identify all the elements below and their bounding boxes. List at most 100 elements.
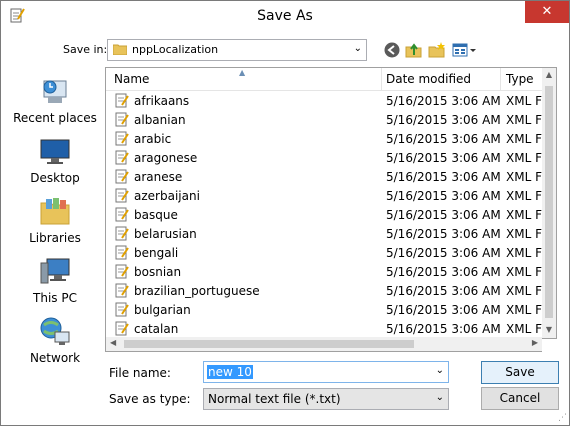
this-pc-icon [40, 258, 70, 284]
list-item[interactable]: belarusian 5/16/2015 3:06 AM XML File [106, 224, 542, 243]
chevron-down-icon[interactable]: ⌄ [436, 365, 444, 376]
file-type: XML File [506, 246, 542, 260]
place-libraries[interactable]: Libraries [7, 195, 103, 245]
file-name: belarusian [134, 227, 197, 241]
file-type: XML File [506, 303, 542, 317]
new-folder-icon[interactable] [428, 41, 446, 59]
file-date: 5/16/2015 3:06 AM [386, 227, 501, 241]
chevron-down-icon[interactable]: ⌄ [436, 392, 444, 403]
file-type: XML File [506, 265, 542, 279]
file-rows: afrikaans 5/16/2015 3:06 AM XML File alban… [106, 91, 542, 338]
list-item[interactable]: bulgarian 5/16/2015 3:06 AM XML File [106, 300, 542, 319]
file-type: XML File [506, 189, 542, 203]
view-menu-icon[interactable] [452, 41, 478, 59]
scroll-thumb[interactable] [124, 340, 414, 348]
save-as-type-label: Save as type: [109, 392, 191, 406]
file-name: bengali [134, 246, 179, 260]
file-date: 5/16/2015 3:06 AM [386, 151, 501, 165]
column-header-name[interactable]: Name [114, 72, 149, 86]
file-name: arabic [134, 132, 172, 146]
save-in-value: nppLocalization [132, 43, 219, 56]
xml-file-icon [115, 321, 129, 336]
network-icon [40, 317, 70, 345]
list-item[interactable]: azerbaijani 5/16/2015 3:06 AM XML File [106, 186, 542, 205]
xml-file-icon [115, 207, 129, 222]
column-divider[interactable] [381, 68, 382, 90]
place-this-pc[interactable]: This PC [7, 255, 103, 305]
recent-places-icon [43, 80, 67, 103]
chevron-down-icon: ⌄ [353, 43, 362, 54]
place-network[interactable]: Network [7, 315, 103, 365]
list-item[interactable]: catalan 5/16/2015 3:06 AM XML File [106, 319, 542, 338]
save-as-type-select[interactable]: Normal text file (*.txt) ⌄ [203, 388, 449, 410]
column-header-type[interactable]: Type [506, 72, 534, 86]
list-item[interactable]: aranese 5/16/2015 3:06 AM XML File [106, 167, 542, 186]
file-date: 5/16/2015 3:06 AM [386, 246, 501, 260]
list-item[interactable]: aragonese 5/16/2015 3:06 AM XML File [106, 148, 542, 167]
close-icon: ✕ [541, 4, 553, 19]
file-name: bulgarian [134, 303, 191, 317]
save-in-combo[interactable]: nppLocalization ⌄ [107, 39, 367, 61]
save-in-label: Save in: [63, 43, 108, 56]
file-type: XML File [506, 132, 542, 146]
save-as-type-value: Normal text file (*.txt) [208, 392, 341, 406]
scroll-thumb[interactable] [545, 86, 553, 318]
libraries-icon [40, 198, 70, 225]
file-date: 5/16/2015 3:06 AM [386, 113, 501, 127]
column-header-date[interactable]: Date modified [386, 72, 471, 86]
file-type: XML File [506, 113, 542, 127]
xml-file-icon [115, 93, 129, 108]
window-title: Save As [257, 8, 313, 24]
save-button[interactable]: Save [481, 361, 559, 384]
column-divider[interactable] [500, 68, 501, 90]
xml-file-icon [115, 226, 129, 241]
file-name-label: File name: [109, 366, 171, 380]
file-type: XML File [506, 170, 542, 184]
desktop-icon [40, 139, 70, 164]
scroll-up-icon[interactable]: ▲ [542, 70, 556, 79]
horizontal-scrollbar[interactable]: ◀ ▶ [105, 337, 542, 352]
xml-file-icon [115, 245, 129, 260]
file-name-input[interactable]: new 10 ⌄ [203, 361, 449, 383]
file-name-value[interactable]: new 10 [207, 365, 253, 379]
file-type: XML File [506, 284, 542, 298]
list-item[interactable]: albanian 5/16/2015 3:06 AM XML File [106, 110, 542, 129]
file-name: bosnian [134, 265, 182, 279]
file-date: 5/16/2015 3:06 AM [386, 303, 501, 317]
title-bar[interactable]: Save As ✕ [1, 1, 569, 31]
scroll-right-icon[interactable]: ▶ [532, 338, 538, 347]
scroll-down-icon[interactable]: ▼ [542, 325, 556, 334]
cancel-button[interactable]: Cancel [481, 387, 559, 410]
xml-file-icon [115, 188, 129, 203]
file-type: XML File [506, 322, 542, 336]
list-item[interactable]: basque 5/16/2015 3:06 AM XML File [106, 205, 542, 224]
xml-file-icon [115, 131, 129, 146]
xml-file-icon [115, 112, 129, 127]
file-date: 5/16/2015 3:06 AM [386, 208, 501, 222]
close-button[interactable]: ✕ [525, 1, 569, 23]
place-desktop[interactable]: Desktop [7, 135, 103, 185]
file-date: 5/16/2015 3:06 AM [386, 322, 501, 336]
file-date: 5/16/2015 3:06 AM [386, 265, 501, 279]
file-type: XML File [506, 94, 542, 108]
back-icon[interactable] [383, 41, 401, 59]
list-item[interactable]: bosnian 5/16/2015 3:06 AM XML File [106, 262, 542, 281]
place-recent-places[interactable]: Recent places [7, 75, 103, 125]
file-date: 5/16/2015 3:06 AM [386, 284, 501, 298]
list-item[interactable]: afrikaans 5/16/2015 3:06 AM XML File [106, 91, 542, 110]
place-label: Desktop [30, 171, 80, 185]
xml-file-icon [115, 283, 129, 298]
folder-icon [113, 44, 127, 55]
sort-ascending-icon: ▲ [239, 68, 246, 77]
file-type: XML File [506, 151, 542, 165]
file-name: basque [134, 208, 178, 222]
up-folder-icon[interactable] [405, 41, 423, 59]
file-date: 5/16/2015 3:06 AM [386, 94, 501, 108]
save-as-dialog: Save As ✕ Save in: nppLocalization ⌄ Rec… [0, 0, 570, 426]
scroll-left-icon[interactable]: ◀ [110, 338, 116, 347]
list-item[interactable]: brazilian_portuguese 5/16/2015 3:06 AM XML… [106, 281, 542, 300]
resize-grip-icon[interactable]: ⋰ [558, 413, 567, 423]
vertical-scrollbar[interactable]: ▲ ▼ [542, 68, 556, 338]
list-item[interactable]: bengali 5/16/2015 3:06 AM XML File [106, 243, 542, 262]
list-item[interactable]: arabic 5/16/2015 3:06 AM XML File [106, 129, 542, 148]
